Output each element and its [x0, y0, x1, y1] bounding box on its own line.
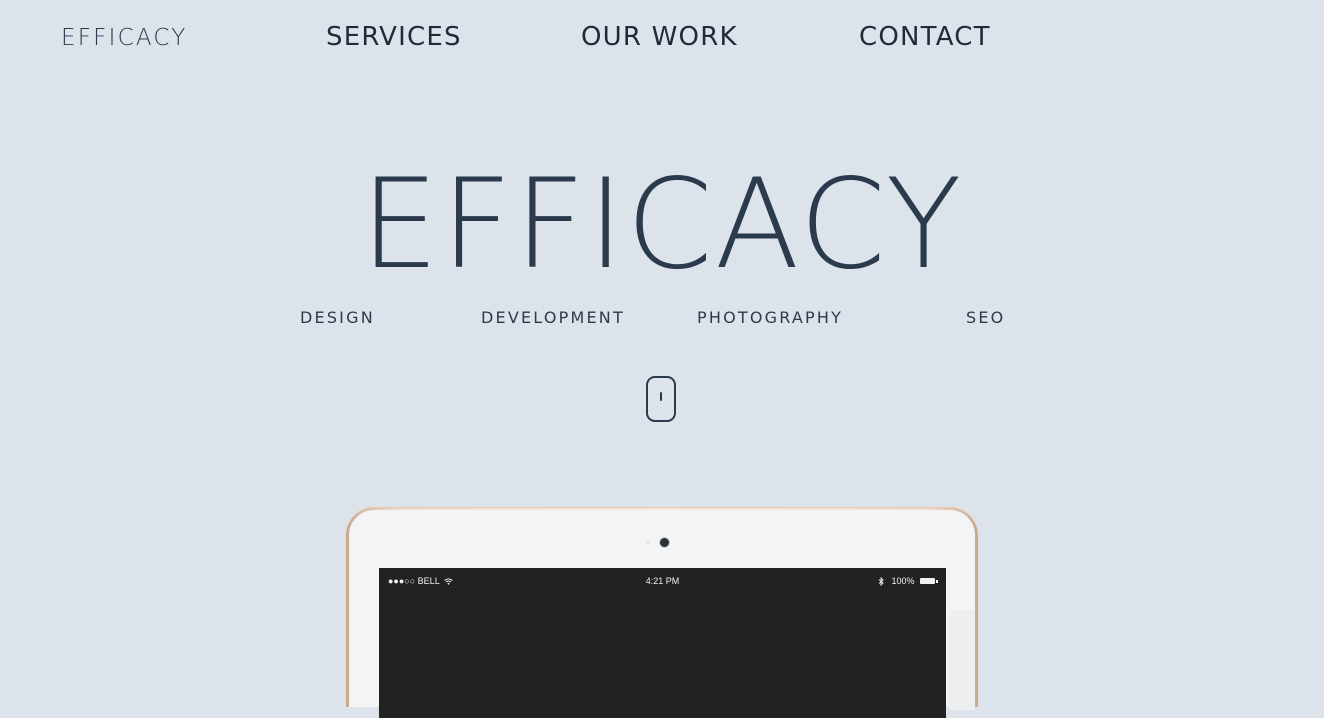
- battery-percentage: 100%: [891, 576, 915, 586]
- tablet-mockup: ●●●○○ BELL 4:21 PM 100%: [346, 507, 978, 718]
- scroll-wheel-indicator: [660, 392, 662, 401]
- service-tag-photography: PHOTOGRAPHY: [697, 308, 844, 327]
- status-time: 4:21 PM: [645, 576, 680, 586]
- hero-title: EFFICACY: [360, 153, 964, 297]
- nav-link-contact[interactable]: CONTACT: [859, 22, 991, 52]
- service-tag-design: DESIGN: [300, 308, 375, 327]
- service-tag-development: DEVELOPMENT: [481, 308, 625, 327]
- tablet-screen: ●●●○○ BELL 4:21 PM 100%: [379, 568, 946, 718]
- scroll-down-mouse-icon[interactable]: [646, 376, 676, 422]
- nav-link-services[interactable]: SERVICES: [326, 22, 462, 52]
- nav-logo[interactable]: EFFICACY: [61, 24, 187, 52]
- tablet-bezel: ●●●○○ BELL 4:21 PM 100%: [349, 510, 975, 718]
- tablet-side-edge: [949, 610, 975, 710]
- service-tag-seo: SEO: [966, 308, 1006, 327]
- ios-status-bar: ●●●○○ BELL 4:21 PM 100%: [379, 568, 946, 594]
- bluetooth-icon: [878, 576, 892, 587]
- battery-icon: [920, 577, 938, 584]
- status-right: 100%: [878, 576, 938, 587]
- ambient-sensor-icon: [646, 540, 650, 544]
- front-camera-icon: [660, 538, 669, 547]
- nav-link-our-work[interactable]: OUR WORK: [581, 22, 738, 52]
